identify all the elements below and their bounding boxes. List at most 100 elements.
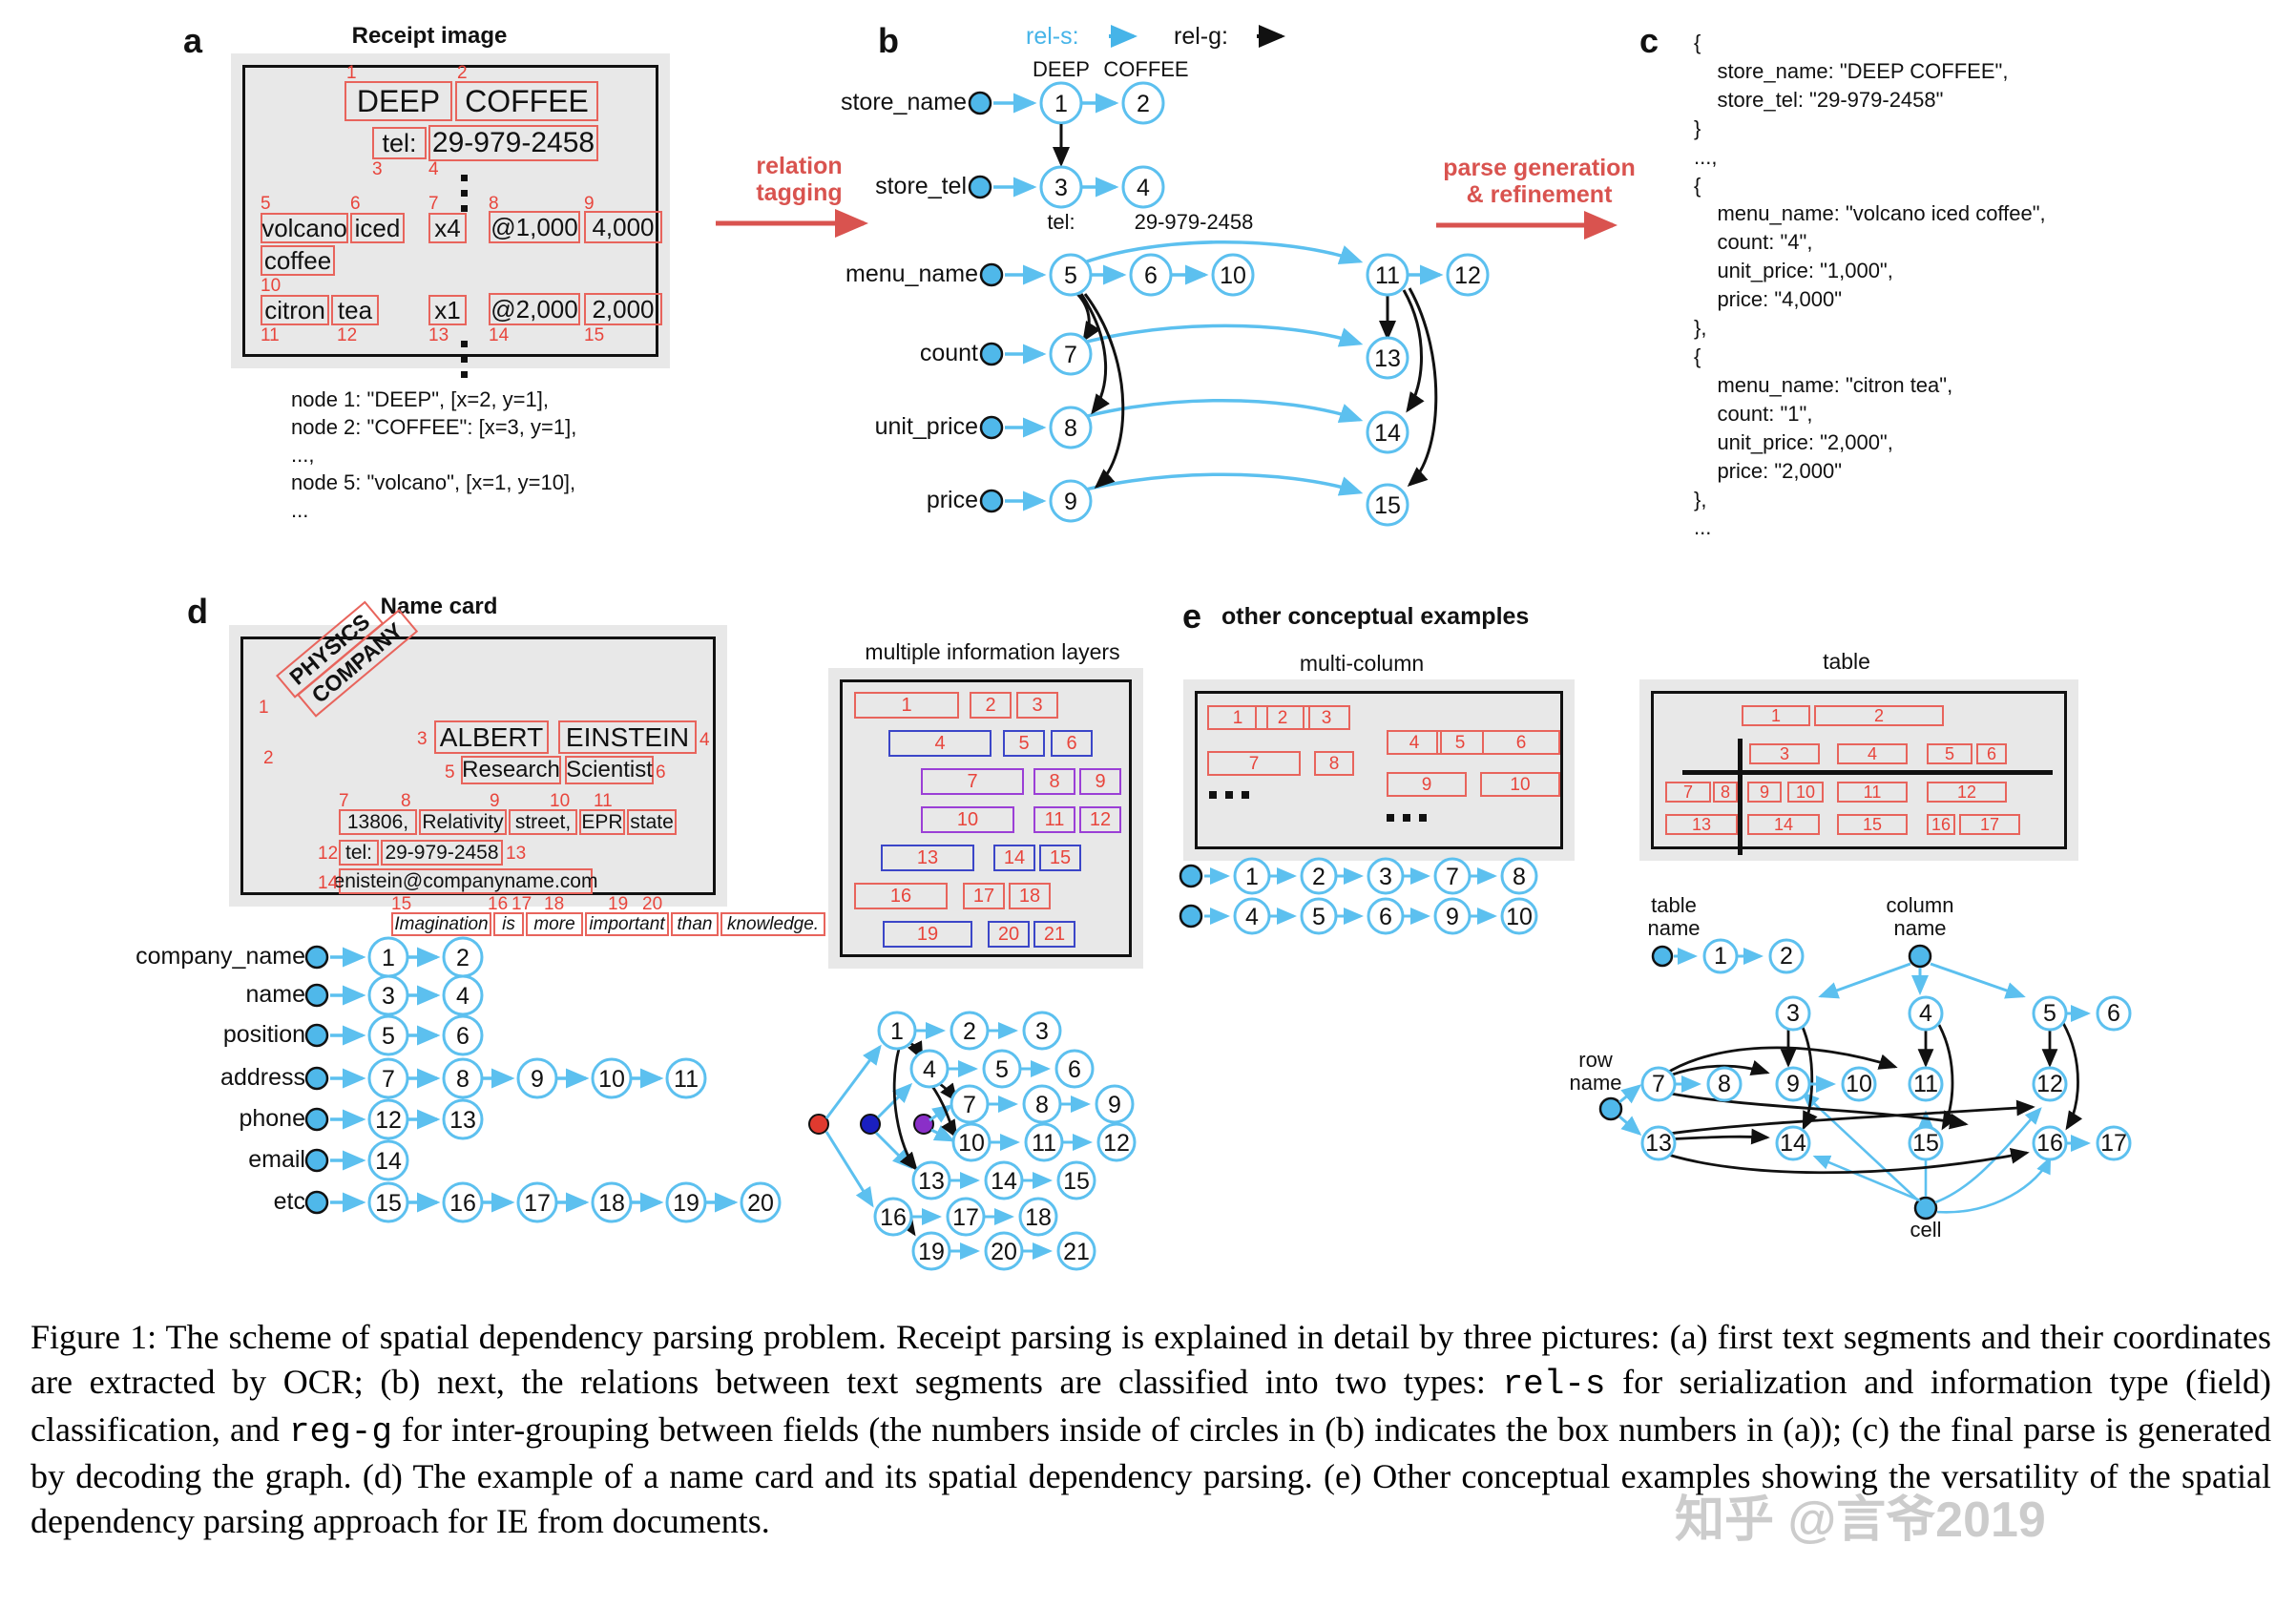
table-node-17: 17 <box>2100 1130 2127 1157</box>
layer-box-6: 6 <box>1051 730 1093 757</box>
layer-box-1: 1 <box>854 692 959 719</box>
layers-node-13: 13 <box>918 1168 945 1195</box>
panel-d-node-6: 6 <box>456 1023 470 1050</box>
panel-b-label-menu-name: menu_name <box>845 261 978 287</box>
namecard-index-11: 11 <box>594 791 613 811</box>
panel-b-node-3-text: tel: <box>1047 210 1075 234</box>
multicolumn-node-1: 1 <box>1245 864 1259 890</box>
layer-box-17: 17 <box>963 883 1005 909</box>
table-node-9: 9 <box>1786 1071 1800 1097</box>
table-box-6: 6 <box>1976 743 2007 764</box>
seed-node-phone <box>304 1107 329 1132</box>
receipt-box-8: @1,000 <box>489 211 580 243</box>
panel-d-label-company-name: company_name <box>136 943 305 970</box>
layer-box-21: 21 <box>1033 921 1075 948</box>
layer-box-9: 9 <box>1079 768 1121 795</box>
panel-d-label-address: address <box>220 1064 305 1091</box>
layer-box-18: 18 <box>1009 883 1051 909</box>
namecard-index-5: 5 <box>445 762 455 783</box>
multicolumn-node-10: 10 <box>1506 904 1533 930</box>
namecard-box-7: 13806, <box>339 809 417 835</box>
layer-box-12: 12 <box>1079 806 1121 833</box>
layers-node-4: 4 <box>923 1056 936 1083</box>
panel-d-label-phone: phone <box>239 1105 305 1132</box>
table-node-13: 13 <box>1645 1130 1672 1157</box>
table-node-15: 15 <box>1912 1130 1939 1157</box>
panel-b-node-1-text: DEEP <box>1033 57 1090 81</box>
namecard-index-9: 9 <box>490 791 500 811</box>
layer-box-3: 3 <box>1016 692 1058 719</box>
namecard-box-6: Scientist <box>565 756 654 784</box>
name-card-canvas: PHYSICS 1 COMPANY 2 ALBERT 3 EINSTEIN 4 … <box>240 600 825 936</box>
multicolumn-ellipsis-left <box>1209 791 1249 799</box>
legend-rel-g-label: rel-g: <box>1174 23 1228 50</box>
layers-node-14: 14 <box>991 1168 1017 1195</box>
panel-b-label-price: price <box>927 487 978 513</box>
layers-node-18: 18 <box>1025 1204 1052 1231</box>
panel-d-title: Name card <box>380 594 498 619</box>
panel-b-menu-graph: menu_name 5 6 10 11 12 count 7 13 unit_p… <box>845 239 1513 527</box>
seed-node-company-name <box>304 945 329 970</box>
layers-node-19: 19 <box>918 1239 945 1265</box>
receipt-index-8: 8 <box>489 194 499 214</box>
layers-node-11: 11 <box>1032 1130 1056 1157</box>
name-card-frame: PHYSICS 1 COMPANY 2 ALBERT 3 EINSTEIN 4 … <box>229 600 825 936</box>
table-box-8: 8 <box>1713 782 1738 803</box>
panel-b-node-2: 2 <box>1137 91 1150 117</box>
receipt-box-5: volcano <box>261 213 348 243</box>
panel-d-node-3: 3 <box>382 983 395 1010</box>
receipt-box-13: x1 <box>428 295 467 325</box>
table-seed-row-name <box>1598 1096 1623 1121</box>
layers-node-9: 9 <box>1108 1092 1121 1118</box>
multicolumn-node-6: 6 <box>1379 904 1392 930</box>
panel-d-node-19: 19 <box>673 1190 699 1217</box>
panel-d-label-name: name <box>245 981 305 1008</box>
table-box-10: 10 <box>1787 782 1824 803</box>
multicolumn-box-7: 7 <box>1207 751 1301 776</box>
panel-a-node-list: node 1: "DEEP", [x=2, y=1], node 2: "COF… <box>291 387 577 523</box>
namecard-box-13: 29-979-2458 <box>381 840 503 866</box>
multicolumn-box-8: 8 <box>1314 751 1354 776</box>
receipt-box-15: 2,000 <box>584 293 662 325</box>
panel-d-node-1: 1 <box>382 945 395 971</box>
table-seed-label-table-name-line2: name <box>1647 916 1700 940</box>
panel-b-node-15: 15 <box>1374 492 1401 519</box>
layer-box-16: 16 <box>854 883 948 909</box>
receipt-box-1: DEEP <box>344 81 452 121</box>
table-seed-label-cell: cell <box>1910 1218 1941 1242</box>
namecard-index-14: 14 <box>318 873 339 893</box>
receipt-index-10: 10 <box>261 276 282 296</box>
seed-node-store-tel <box>968 175 992 199</box>
namecard-index-3: 3 <box>417 729 428 749</box>
namecard-box-11: state <box>627 809 677 835</box>
receipt-index-14: 14 <box>489 325 510 345</box>
layers-node-21: 21 <box>1063 1239 1090 1265</box>
table-node-8: 8 <box>1718 1071 1731 1097</box>
table-seed-column-name <box>1908 944 1932 969</box>
layer-box-10: 10 <box>921 806 1014 833</box>
table-node-6: 6 <box>2107 1000 2120 1027</box>
multicolumn-node-2: 2 <box>1312 864 1325 890</box>
layers-node-17: 17 <box>952 1204 979 1231</box>
multicolumn-node-3: 3 <box>1379 864 1392 890</box>
seed-node-name <box>304 983 329 1008</box>
panel-a-letter: a <box>183 21 202 60</box>
seed-node-email <box>304 1148 329 1173</box>
panel-b-label-store-tel: store_tel <box>875 173 967 199</box>
panel-d-node-17: 17 <box>524 1190 551 1217</box>
namecard-box-5: Research <box>461 756 561 784</box>
receipt-image-frame: DEEP 1 COFFEE 2 tel: 3 29-979-2458 4 vol… <box>231 53 670 378</box>
table-node-5: 5 <box>2043 1000 2056 1027</box>
seed-node-unit-price <box>979 415 1004 440</box>
table-seed-label-column-name-line1: column <box>1887 893 1954 917</box>
relation-tagging-line1: relation <box>756 153 843 179</box>
seed-node-count <box>979 342 1004 366</box>
panel-d-node-10: 10 <box>598 1066 625 1093</box>
panel-e-title: other conceptual examples <box>1221 603 1530 630</box>
receipt-index-3: 3 <box>372 159 383 179</box>
layer-box-14: 14 <box>993 845 1035 871</box>
layers-node-15: 15 <box>1063 1168 1090 1195</box>
multicolumn-box-6: 6 <box>1482 730 1560 755</box>
table-node-14: 14 <box>1780 1130 1806 1157</box>
namecard-index-13: 13 <box>506 844 527 864</box>
